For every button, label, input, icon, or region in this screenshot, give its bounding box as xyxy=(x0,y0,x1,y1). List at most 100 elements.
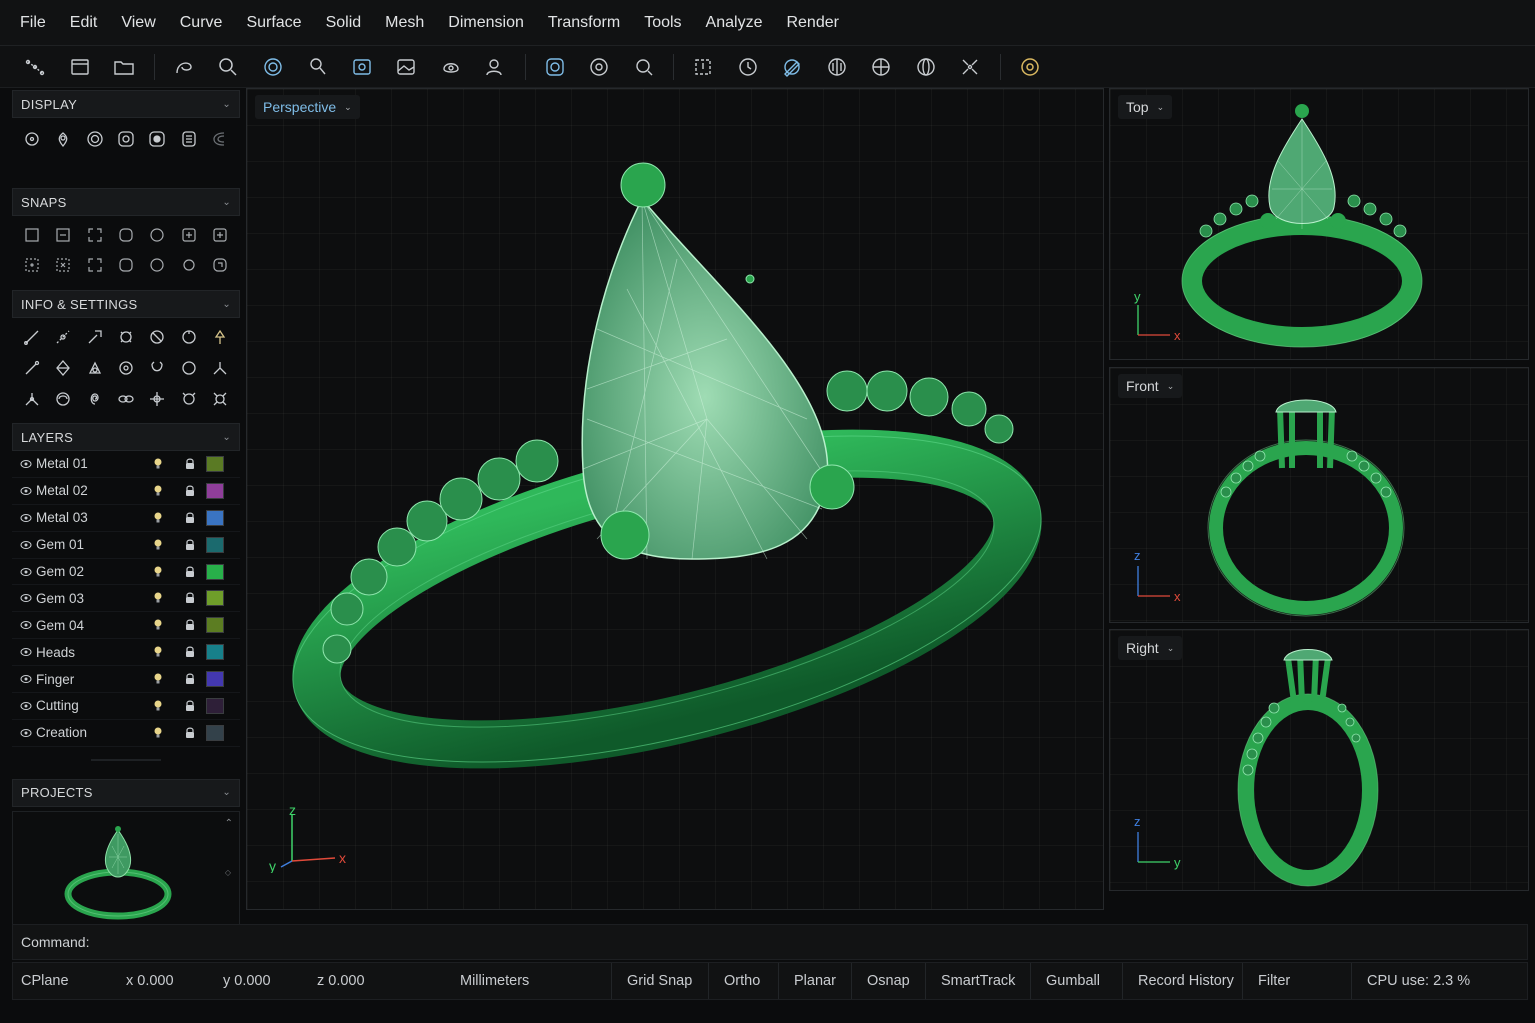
chevron-down-icon[interactable]: ⌄ xyxy=(222,299,231,310)
lock-icon[interactable] xyxy=(184,484,196,498)
snap-perp-icon[interactable] xyxy=(142,220,173,250)
lightbulb-icon[interactable] xyxy=(152,672,164,686)
sphere-icon[interactable] xyxy=(142,322,173,352)
command-input[interactable] xyxy=(95,934,996,950)
zoom-icon[interactable] xyxy=(213,52,243,82)
layer-row[interactable]: Gem 04 xyxy=(12,612,240,640)
bezel-tool-icon[interactable] xyxy=(79,353,110,383)
settings-icon[interactable] xyxy=(1015,52,1045,82)
eye-icon[interactable] xyxy=(20,673,32,685)
display-panel-header[interactable]: DISPLAY ⌄ xyxy=(12,90,240,118)
curve-tool-icon[interactable] xyxy=(169,52,199,82)
info-settings-panel-header[interactable]: INFO & SETTINGS ⌄ xyxy=(12,290,240,318)
project-thumbnail[interactable]: ⌃ ◇ ⌄ xyxy=(12,810,240,937)
planar-toggle[interactable]: Planar xyxy=(778,963,851,999)
chevron-down-icon[interactable]: ⌄ xyxy=(1167,381,1175,392)
array-tool-icon[interactable] xyxy=(173,384,204,414)
chevron-down-icon[interactable]: ⌄ xyxy=(1167,643,1175,654)
layer-row[interactable]: Gem 03 xyxy=(12,585,240,613)
filter-toggle[interactable]: Filter xyxy=(1242,963,1305,999)
lasso-icon[interactable] xyxy=(302,52,332,82)
viewport-label-top[interactable]: Top ⌄ xyxy=(1118,95,1173,119)
new-file-icon[interactable] xyxy=(65,52,95,82)
chevron-down-icon[interactable]: ⌄ xyxy=(222,432,231,443)
lightbulb-icon[interactable] xyxy=(152,699,164,713)
menu-surface[interactable]: Surface xyxy=(246,14,301,32)
layer-color-swatch[interactable] xyxy=(206,482,224,499)
eye-icon[interactable] xyxy=(20,539,32,551)
rotate-view-icon[interactable] xyxy=(436,52,466,82)
pin-icon[interactable] xyxy=(47,124,78,154)
ghosted-mode-icon[interactable] xyxy=(142,124,173,154)
lightbulb-icon[interactable] xyxy=(152,618,164,632)
osnap-toggle[interactable]: Osnap xyxy=(851,963,925,999)
layer-row[interactable]: Cutting xyxy=(12,693,240,720)
gumball-toggle[interactable]: Gumball xyxy=(1030,963,1115,999)
chevron-down-icon[interactable]: ⌄ xyxy=(222,99,231,110)
dimension-tool-icon[interactable] xyxy=(79,322,110,352)
link-tool-icon[interactable] xyxy=(110,384,141,414)
shaded-icon[interactable] xyxy=(540,52,570,82)
zoom-extents-icon[interactable] xyxy=(629,52,659,82)
snap-mid-icon[interactable] xyxy=(47,220,78,250)
menu-mesh[interactable]: Mesh xyxy=(385,14,424,32)
rotate-object-icon[interactable] xyxy=(110,322,141,352)
projects-panel-header[interactable]: PROJECTS ⌄ xyxy=(12,778,240,807)
eye-icon[interactable] xyxy=(20,700,32,712)
viewport-label-front[interactable]: Front ⌄ xyxy=(1118,374,1183,398)
chevron-down-icon[interactable]: ⌄ xyxy=(1157,102,1165,113)
orbit-icon[interactable] xyxy=(584,52,614,82)
snap-knot-icon[interactable] xyxy=(16,250,47,280)
snap-tan-icon[interactable] xyxy=(173,220,204,250)
snap-near-icon[interactable] xyxy=(142,250,173,280)
snap-project-icon[interactable] xyxy=(79,250,110,280)
lock-icon[interactable] xyxy=(184,618,196,632)
rendered-mode-icon[interactable] xyxy=(110,124,141,154)
snap-onsurface-icon[interactable] xyxy=(205,250,236,280)
menu-file[interactable]: File xyxy=(20,14,46,32)
snap-int-icon[interactable] xyxy=(110,220,141,250)
layer-color-swatch[interactable] xyxy=(206,724,224,741)
layer-row[interactable]: Gem 02 xyxy=(12,559,240,586)
technical-mode-icon[interactable] xyxy=(205,124,236,154)
lightbulb-icon[interactable] xyxy=(152,726,164,740)
snap-point-icon[interactable] xyxy=(110,250,141,280)
layer-color-swatch[interactable] xyxy=(206,509,224,526)
menu-edit[interactable]: Edit xyxy=(70,14,98,32)
viewport-label-right[interactable]: Right ⌄ xyxy=(1118,636,1183,660)
layer-color-swatch[interactable] xyxy=(206,617,224,634)
menu-analyze[interactable]: Analyze xyxy=(706,14,763,32)
clock-icon[interactable] xyxy=(733,52,763,82)
cycle-icon[interactable] xyxy=(173,322,204,352)
layer-row[interactable]: Metal 02 xyxy=(12,478,240,505)
eye-icon[interactable] xyxy=(20,512,32,524)
lightbulb-icon[interactable] xyxy=(152,511,164,525)
wireframe-mode-icon[interactable] xyxy=(16,124,47,154)
menu-curve[interactable]: Curve xyxy=(180,14,223,32)
frame-icon[interactable] xyxy=(688,52,718,82)
target-point-icon[interactable] xyxy=(110,353,141,383)
chevron-down-icon[interactable]: ⌄ xyxy=(344,102,352,113)
right-viewport[interactable]: Right ⌄ z y xyxy=(1109,629,1529,891)
eye-icon[interactable] xyxy=(20,566,32,578)
layer-row[interactable]: Creation xyxy=(12,720,240,747)
chevron-down-icon[interactable]: ⌄ xyxy=(222,787,231,798)
record-history-toggle[interactable]: Record History xyxy=(1122,963,1249,999)
lightbulb-icon[interactable] xyxy=(152,565,164,579)
grid-snap-toggle[interactable]: Grid Snap xyxy=(611,963,707,999)
layer-color-swatch[interactable] xyxy=(206,455,224,472)
menu-render[interactable]: Render xyxy=(786,14,838,32)
paint-icon[interactable] xyxy=(205,322,236,352)
curve-analysis-icon[interactable] xyxy=(16,353,47,383)
snap-quad-icon[interactable] xyxy=(205,220,236,250)
lightbulb-icon[interactable] xyxy=(152,538,164,552)
layer-row[interactable]: Heads xyxy=(12,639,240,667)
gem-tool-icon[interactable] xyxy=(47,353,78,383)
xray-mode-icon[interactable] xyxy=(173,124,204,154)
lightbulb-icon[interactable] xyxy=(152,591,164,605)
smarttrack-toggle[interactable]: SmartTrack xyxy=(925,963,1030,999)
user-view-icon[interactable] xyxy=(480,52,510,82)
snap-disable-icon[interactable] xyxy=(173,250,204,280)
open-folder-icon[interactable] xyxy=(109,52,139,82)
axis-icon[interactable] xyxy=(866,52,896,82)
